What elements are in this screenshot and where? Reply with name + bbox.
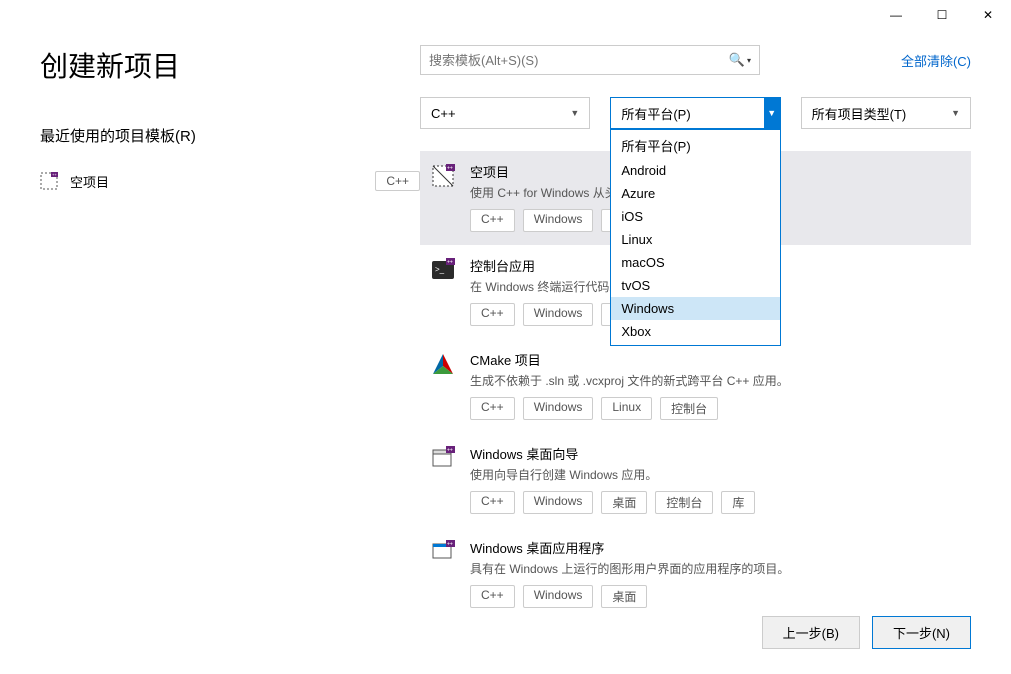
- template-title: Windows 桌面向导: [470, 444, 960, 463]
- svg-text:++: ++: [447, 260, 453, 266]
- template-item[interactable]: CMake 项目 生成不依赖于 .sln 或 .vcxproj 文件的新式跨平台…: [420, 339, 971, 433]
- template-tag: C++: [470, 491, 515, 514]
- chevron-down-icon: ▼: [570, 108, 579, 118]
- platform-option[interactable]: Android: [611, 159, 779, 182]
- search-icon[interactable]: 🔍: [729, 52, 745, 68]
- platform-option[interactable]: 所有平台(P): [611, 132, 779, 159]
- empty-template-icon: ++: [431, 164, 455, 188]
- template-item[interactable]: ++ Windows 桌面应用程序 具有在 Windows 上运行的图形用户界面…: [420, 527, 971, 621]
- close-button[interactable]: ✕: [965, 0, 1011, 30]
- template-title: CMake 项目: [470, 350, 960, 369]
- template-tag: C++: [470, 397, 515, 420]
- svg-text:++: ++: [447, 448, 453, 454]
- cmake-template-icon: [431, 352, 455, 376]
- language-combo[interactable]: C++ ▼: [420, 97, 590, 129]
- svg-text:++: ++: [52, 172, 57, 177]
- template-tag: Windows: [523, 491, 594, 514]
- search-input[interactable]: [429, 53, 729, 68]
- template-tag: Windows: [523, 397, 594, 420]
- svg-text:++: ++: [447, 542, 453, 548]
- platform-option[interactable]: tvOS: [611, 274, 779, 297]
- template-item[interactable]: ++ Windows 桌面向导 使用向导自行创建 Windows 应用。 C++…: [420, 433, 971, 527]
- template-description: 生成不依赖于 .sln 或 .vcxproj 文件的新式跨平台 C++ 应用。: [470, 372, 960, 389]
- platform-option[interactable]: Linux: [611, 228, 779, 251]
- platform-combo-value: 所有平台(P): [621, 104, 690, 123]
- svg-text:++: ++: [447, 166, 453, 172]
- platform-option[interactable]: Windows: [611, 297, 779, 320]
- svg-text:>_: >_: [435, 265, 445, 274]
- template-tag: 桌面: [601, 585, 647, 608]
- template-tag: Windows: [523, 209, 594, 232]
- template-tag: C++: [470, 585, 515, 608]
- template-tag: 库: [721, 491, 755, 514]
- recent-template-item[interactable]: ++ 空项目 C++: [40, 171, 420, 191]
- platform-option[interactable]: macOS: [611, 251, 779, 274]
- chevron-down-icon: ▼: [764, 98, 780, 128]
- platform-dropdown: 所有平台(P)AndroidAzureiOSLinuxmacOStvOSWind…: [610, 129, 780, 346]
- template-tag: Windows: [523, 303, 594, 326]
- template-description: 使用向导自行创建 Windows 应用。: [470, 466, 960, 483]
- search-dropdown-caret[interactable]: ▾: [747, 56, 751, 65]
- next-button[interactable]: 下一步(N): [872, 616, 971, 649]
- project-type-combo-value: 所有项目类型(T): [812, 104, 907, 123]
- wizard-template-icon: ++: [431, 446, 455, 470]
- template-tag: 桌面: [601, 491, 647, 514]
- template-tag: 控制台: [660, 397, 718, 420]
- recent-template-name: 空项目: [70, 172, 363, 191]
- platform-combo[interactable]: 所有平台(P) ▼ 所有平台(P)AndroidAzureiOSLinuxmac…: [610, 97, 780, 129]
- chevron-down-icon: ▼: [951, 108, 960, 118]
- project-type-combo[interactable]: 所有项目类型(T) ▼: [801, 97, 971, 129]
- recent-template-lang-tag: C++: [375, 171, 420, 191]
- search-box[interactable]: 🔍▾: [420, 45, 760, 75]
- back-button[interactable]: 上一步(B): [762, 616, 860, 649]
- clear-all-link[interactable]: 全部清除(C): [901, 51, 971, 70]
- template-tag: Windows: [523, 585, 594, 608]
- language-combo-value: C++: [431, 106, 456, 121]
- minimize-button[interactable]: —: [873, 0, 919, 30]
- page-title: 创建新项目: [40, 45, 420, 85]
- template-tag: C++: [470, 209, 515, 232]
- template-tag: C++: [470, 303, 515, 326]
- template-tag: Linux: [601, 397, 652, 420]
- template-title: Windows 桌面应用程序: [470, 538, 960, 557]
- console-template-icon: >_++: [431, 258, 455, 282]
- maximize-button[interactable]: ☐: [919, 0, 965, 30]
- platform-option[interactable]: iOS: [611, 205, 779, 228]
- template-tag: 控制台: [655, 491, 713, 514]
- platform-option[interactable]: Azure: [611, 182, 779, 205]
- platform-option[interactable]: Xbox: [611, 320, 779, 343]
- empty-project-icon: ++: [40, 172, 58, 190]
- recent-templates-label: 最近使用的项目模板(R): [40, 125, 420, 146]
- template-description: 具有在 Windows 上运行的图形用户界面的应用程序的项目。: [470, 560, 960, 577]
- desktop-template-icon: ++: [431, 540, 455, 564]
